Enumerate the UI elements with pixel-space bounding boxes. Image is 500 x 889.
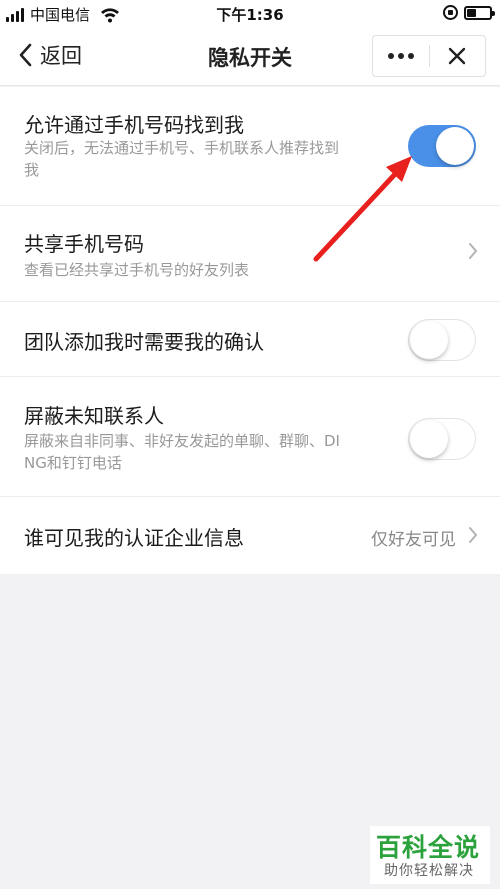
- navigation-bar: 返回 隐私开关: [0, 28, 500, 86]
- close-button[interactable]: [430, 36, 486, 76]
- setting-title: 允许通过手机号码找到我: [24, 113, 244, 137]
- description-line: 我: [24, 161, 40, 179]
- setting-row-block-unknown: 屏蔽未知联系人 屏蔽来自非同事、非好友发起的单聊、群聊、DI NG和钉钉电话: [0, 377, 500, 497]
- setting-title: 谁可见我的认证企业信息: [24, 526, 244, 550]
- setting-description: 屏蔽来自非同事、非好友发起的单聊、群聊、DI NG和钉钉电话: [24, 430, 386, 474]
- setting-row-cert-visibility[interactable]: 谁可见我的认证企业信息 仅好友可见: [0, 497, 500, 574]
- more-dots-icon: [387, 53, 414, 59]
- back-label: 返回: [40, 44, 82, 68]
- team-confirm-toggle[interactable]: [408, 319, 476, 361]
- setting-row-find-by-phone: 允许通过手机号码找到我 关闭后，无法通过手机号、手机联系人推荐找到 我: [0, 87, 500, 206]
- close-icon: [449, 47, 466, 65]
- setting-title: 屏蔽未知联系人: [24, 404, 164, 428]
- toggle-knob: [436, 127, 474, 165]
- setting-description: 关闭后，无法通过手机号、手机联系人推荐找到 我: [24, 137, 386, 181]
- orientation-lock-icon: [443, 5, 458, 20]
- watermark-title: 百科全说: [376, 833, 481, 862]
- watermark-logo: 百科全说 助你轻松解决: [370, 826, 490, 884]
- chevron-left-icon: [19, 43, 32, 67]
- setting-title: 共享手机号码: [24, 232, 144, 256]
- mini-program-capsule: [372, 35, 486, 77]
- battery-icon: [464, 5, 495, 20]
- settings-list: 允许通过手机号码找到我 关闭后，无法通过手机号、手机联系人推荐找到 我 共享手机…: [0, 87, 500, 574]
- description-line: 屏蔽来自非同事、非好友发起的单聊、群聊、DI: [24, 432, 340, 450]
- setting-title: 团队添加我时需要我的确认: [24, 330, 264, 354]
- setting-description: 查看已经共享过手机号的好友列表: [24, 261, 250, 279]
- status-time: 下午1:36: [216, 6, 284, 24]
- description-line: 关闭后，无法通过手机号、手机联系人推荐找到: [24, 139, 340, 157]
- description-line: NG和钉钉电话: [24, 454, 122, 472]
- status-right: [443, 5, 495, 20]
- setting-value: 仅好友可见: [371, 530, 456, 550]
- setting-row-team-confirm: 团队添加我时需要我的确认: [0, 302, 500, 377]
- back-button[interactable]: 返回: [18, 40, 82, 70]
- toggle-knob: [410, 420, 448, 458]
- find-by-phone-toggle[interactable]: [408, 125, 476, 167]
- more-button[interactable]: [373, 36, 429, 76]
- chevron-right-icon: [469, 243, 477, 259]
- chevron-right-icon: [469, 527, 477, 543]
- status-bar: 中国电信 下午1:36: [0, 0, 500, 28]
- watermark-subtitle: 助你轻松解决: [384, 863, 474, 879]
- block-unknown-toggle[interactable]: [408, 418, 476, 460]
- setting-row-share-phone[interactable]: 共享手机号码 查看已经共享过手机号的好友列表: [0, 206, 500, 302]
- toggle-knob: [410, 321, 448, 359]
